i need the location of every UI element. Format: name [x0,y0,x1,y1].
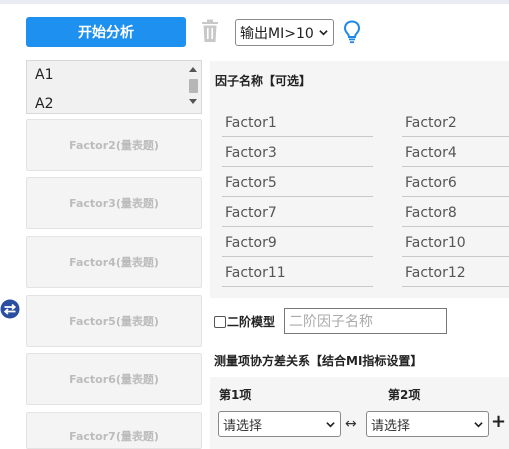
factor-box-label: Factor6(量表题) [69,373,159,386]
factor-name-input[interactable]: Factor4 [402,139,509,167]
factor-drop-box[interactable]: Factor2(量表题) [26,119,202,171]
second-order-option[interactable]: 二阶模型 [214,313,275,330]
chevron-down-icon [326,422,335,428]
covariance-title: 测量项协方差关系【结合MI指标设置】 [214,354,423,368]
mi-threshold-select[interactable]: 输出MI>10 [235,19,334,46]
chevron-down-icon [319,30,328,36]
variable-item[interactable]: A1 [27,61,201,90]
list-scrollbar[interactable] [186,61,201,113]
factor-name-input[interactable]: Factor1 [222,109,373,137]
factor-name-input[interactable]: Factor11 [222,259,373,287]
factor-box-label: Factor2(量表题) [69,139,159,152]
factor-names-title: 因子名称【可选】 [215,74,312,88]
factor-name-input[interactable]: Factor2 [402,109,509,137]
second-order-name-input[interactable]: 二阶因子名称 [284,308,447,334]
item1-label: 第1项 [219,388,252,402]
factor-drop-box[interactable]: Factor3(量表题) [26,177,202,229]
second-order-label: 二阶模型 [227,315,276,329]
trash-icon[interactable] [200,19,220,43]
start-analysis-button[interactable]: 开始分析 [26,17,186,47]
factor-name-input[interactable]: Factor8 [402,199,509,227]
scroll-thumb[interactable] [189,79,198,93]
item2-select[interactable]: 请选择 [366,411,489,437]
factor-box-label: Factor7(量表题) [69,430,159,443]
scroll-down-icon[interactable] [189,99,197,104]
factor-drop-box[interactable]: Factor5(量表题) [26,295,202,347]
mi-threshold-value: 输出MI>10 [240,25,314,42]
second-order-checkbox[interactable] [214,315,226,328]
factor-box-label: Factor5(量表题) [69,315,159,328]
factor-drop-box[interactable]: Factor4(量表题) [26,236,202,288]
bidirectional-arrow-icon: ↔ [345,416,357,432]
factor-box-label: Factor4(量表题) [69,256,159,269]
variable-item[interactable]: A2 [27,90,201,113]
factor-name-input[interactable]: Factor12 [402,259,509,287]
scroll-up-icon[interactable] [189,67,197,72]
factor-name-input[interactable]: Factor10 [402,229,509,257]
factor-box-label: Factor3(量表题) [69,197,159,210]
swap-icon[interactable] [0,299,20,319]
factor-name-input[interactable]: Factor3 [222,139,373,167]
factor-name-input[interactable]: Factor5 [222,169,373,197]
chevron-down-icon [474,422,483,428]
item1-select[interactable]: 请选择 [218,411,341,437]
factor-drop-box[interactable]: Factor7(量表题) [26,412,202,449]
factor-name-input[interactable]: Factor7 [222,199,373,227]
top-divider [0,0,509,4]
item2-label: 第2项 [388,388,421,402]
add-covariance-button[interactable]: + [491,412,506,432]
factor-name-input[interactable]: Factor9 [222,229,373,257]
variable-list[interactable]: A1 A2 [26,60,202,114]
factor-drop-box[interactable]: Factor6(量表题) [26,353,202,405]
factor-name-input[interactable]: Factor6 [402,169,509,197]
lightbulb-icon[interactable] [343,20,361,44]
